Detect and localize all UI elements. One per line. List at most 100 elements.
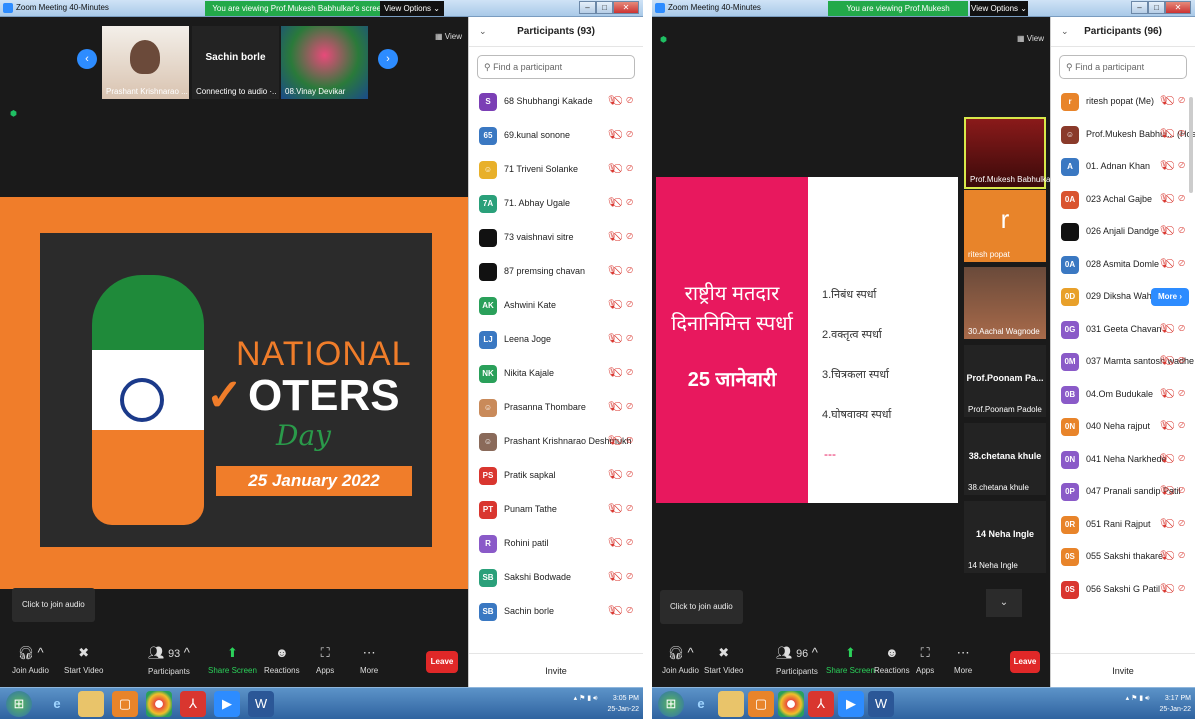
video-thumb-prashant[interactable]: Prashant Krishnarao ... xyxy=(102,26,189,99)
participant-row[interactable]: 7A 71. Abhay Ugale 🎙︎⃠ ⊘ xyxy=(469,187,643,221)
join-audio-button[interactable]: 🎧︎ ^ Join Audio xyxy=(662,645,699,675)
participants-button[interactable]: 👥︎ 96 ^ Participants xyxy=(776,645,818,676)
maximize-button[interactable]: □ xyxy=(596,1,613,14)
reactions-button[interactable]: ☻ Reactions xyxy=(874,645,910,675)
acrobat-icon[interactable]: ⅄ xyxy=(808,691,834,717)
scroll-down-button[interactable]: ⌄ xyxy=(986,589,1022,617)
zoom-taskbar-icon[interactable]: ▶ xyxy=(838,691,864,717)
chrome-icon[interactable] xyxy=(778,691,804,717)
more-options-button[interactable]: More › xyxy=(1151,288,1189,306)
start-button[interactable]: ⊞ xyxy=(6,691,32,717)
zoom-taskbar-icon[interactable]: ▶ xyxy=(214,691,240,717)
close-button[interactable]: ✕ xyxy=(613,1,639,14)
file-explorer-icon[interactable] xyxy=(78,691,104,717)
join-audio-label: Join Audio xyxy=(12,666,49,675)
view-button[interactable]: ▦ View xyxy=(1017,34,1044,43)
participant-row[interactable]: 026 Anjali Dandge 🎙︎⃠ ⊘ xyxy=(1051,215,1195,248)
close-button[interactable]: ✕ xyxy=(1165,1,1191,14)
viewing-banner: You are viewing Prof.Mukesh Babhulkar's … xyxy=(205,1,393,16)
participant-row[interactable]: 87 premsing chavan 🎙︎⃠ ⊘ xyxy=(469,255,643,289)
share-screen-button[interactable]: ⬆ Share Screen xyxy=(826,645,875,675)
apps-button[interactable]: ⛶ Apps xyxy=(916,645,934,675)
word-icon[interactable]: W xyxy=(868,691,894,717)
clock-date: 25-Jan-22 xyxy=(1159,706,1191,713)
acrobat-icon[interactable]: ⅄ xyxy=(180,691,206,717)
view-options-button[interactable]: View Options ⌄ xyxy=(970,1,1028,16)
participant-row[interactable]: 0D 029 Diksha Wahurwagh More › xyxy=(1051,280,1195,313)
start-video-button[interactable]: ✖ Start Video xyxy=(704,645,743,675)
participant-row[interactable]: 73 vaishnavi sitre 🎙︎⃠ ⊘ xyxy=(469,221,643,255)
participant-row[interactable]: r ritesh popat (Me) 🎙︎⃠ ⊘ xyxy=(1051,85,1195,118)
participant-row[interactable]: SB Sakshi Bodwade 🎙︎⃠ ⊘ xyxy=(469,561,643,595)
participant-row[interactable]: AK Ashwini Kate 🎙︎⃠ ⊘ xyxy=(469,289,643,323)
maximize-button[interactable]: □ xyxy=(1148,1,1165,14)
participant-row[interactable]: ☺ Prof.Mukesh Babhul... (Host) 🎙︎⃠ ⊘ xyxy=(1051,118,1195,151)
participant-search-input[interactable]: ⚲ Find a participant xyxy=(1059,55,1187,79)
chrome-icon[interactable] xyxy=(146,691,172,717)
video-tile[interactable]: Prof.Mukesh Babhulkar xyxy=(964,117,1053,189)
participant-row[interactable]: 0N 041 Neha Narkhede 🎙︎⃠ ⊘ xyxy=(1051,443,1195,476)
video-thumb-vinay[interactable]: 08.Vinay Devikar xyxy=(281,26,368,99)
video-tile[interactable]: 38.chetana khule 38.chetana khule xyxy=(964,423,1046,495)
video-tile[interactable]: Prof.Poonam Pa... Prof.Poonam Padole xyxy=(964,345,1046,417)
next-page-button[interactable]: › xyxy=(378,49,398,69)
minimize-button[interactable]: – xyxy=(579,1,596,14)
join-audio-button[interactable]: 🎧︎ ^ Join Audio xyxy=(12,645,49,675)
participant-row[interactable]: 0P 047 Pranali sandip Patil 🎙︎⃠ ⊘ xyxy=(1051,475,1195,508)
start-button[interactable]: ⊞ xyxy=(658,691,684,717)
participant-row[interactable]: 0G 031 Geeta Chavan 🎙︎⃠ ⊘ xyxy=(1051,313,1195,346)
invite-button[interactable]: Invite xyxy=(469,653,643,687)
reactions-button[interactable]: ☻ Reactions xyxy=(264,645,300,675)
video-tile[interactable]: 14 Neha Ingle 14 Neha Ingle xyxy=(964,501,1046,573)
participant-row[interactable]: S 68 Shubhangi Kakade 🎙︎⃠ ⊘ xyxy=(469,85,643,119)
more-button[interactable]: ⋯ More xyxy=(954,645,972,675)
minimize-button[interactable]: – xyxy=(1131,1,1148,14)
participant-row[interactable]: 0M 037 Mamta santosh wadhe 🎙︎⃠ ⊘ xyxy=(1051,345,1195,378)
leave-button[interactable]: Leave xyxy=(1010,651,1040,673)
participant-row[interactable]: ☺ 71 Triveni Solanke 🎙︎⃠ ⊘ xyxy=(469,153,643,187)
video-thumb-speaker[interactable]: Sachin borle Connecting to audio ·.. xyxy=(192,26,279,99)
share-screen-button[interactable]: ⬆ Share Screen xyxy=(208,645,257,675)
invite-button[interactable]: Invite xyxy=(1051,653,1195,687)
internet-explorer-icon[interactable]: e xyxy=(688,691,714,717)
view-options-button[interactable]: View Options ⌄ xyxy=(380,1,444,16)
more-button[interactable]: ⋯ More xyxy=(360,645,378,675)
participant-row[interactable]: NK Nikita Kajale 🎙︎⃠ ⊘ xyxy=(469,357,643,391)
word-icon[interactable]: W xyxy=(248,691,274,717)
join-audio-tooltip[interactable]: Click to join audio xyxy=(660,590,743,624)
participant-row[interactable]: R Rohini patil 🎙︎⃠ ⊘ xyxy=(469,527,643,561)
app-icon[interactable]: ▢ xyxy=(112,691,138,717)
participant-row[interactable]: 0A 023 Achal Gajbe 🎙︎⃠ ⊘ xyxy=(1051,183,1195,216)
video-tile[interactable]: 30.Aachal Wagnode xyxy=(964,267,1046,339)
view-button[interactable]: ▦ View xyxy=(435,32,462,41)
participant-row[interactable]: 0A 028 Asmita Domle 🎙︎⃠ ⊘ xyxy=(1051,248,1195,281)
participant-search-input[interactable]: ⚲ Find a participant xyxy=(477,55,635,79)
participant-row[interactable]: SB Sachin borle 🎙︎⃠ ⊘ xyxy=(469,595,643,629)
video-tile[interactable]: r ritesh popat xyxy=(964,190,1046,262)
participant-row[interactable]: 0B 04.Om Budukale 🎙︎⃠ ⊘ xyxy=(1051,378,1195,411)
participant-row[interactable]: 65 69.kunal sonone 🎙︎⃠ ⊘ xyxy=(469,119,643,153)
participant-row[interactable]: ☺ Prasanna Thombare 🎙︎⃠ ⊘ xyxy=(469,391,643,425)
participants-button[interactable]: 👥︎ 93 ^ Participants xyxy=(148,645,190,676)
participant-avatar xyxy=(479,229,497,247)
list-scrollbar[interactable] xyxy=(1189,97,1193,193)
participant-row[interactable]: 0S 056 Sakshi G Patil 🎙︎⃠ ⊘ xyxy=(1051,573,1195,606)
file-explorer-icon[interactable] xyxy=(718,691,744,717)
participant-row[interactable]: LJ Leena Joge 🎙︎⃠ ⊘ xyxy=(469,323,643,357)
participant-row[interactable]: ☺ Prashant Krishnarao Deshmukh 🎙︎⃠ ⊘ xyxy=(469,425,643,459)
participant-row[interactable]: PT Punam Tathe 🎙︎⃠ ⊘ xyxy=(469,493,643,527)
start-video-button[interactable]: ✖ Start Video xyxy=(64,645,103,675)
leave-button[interactable]: Leave xyxy=(426,651,458,673)
internet-explorer-icon[interactable]: e xyxy=(44,691,70,717)
participant-row[interactable]: A 01. Adnan Khan 🎙︎⃠ ⊘ xyxy=(1051,150,1195,183)
participant-row[interactable]: 0S 055 Sakshi thakare 🎙︎⃠ ⊘ xyxy=(1051,540,1195,573)
participant-row[interactable]: 0N 040 Neha rajput 🎙︎⃠ ⊘ xyxy=(1051,410,1195,443)
participant-name: 71. Abhay Ugale xyxy=(504,198,571,208)
prev-page-button[interactable]: ‹ xyxy=(77,49,97,69)
participant-avatar: PT xyxy=(479,501,497,519)
apps-button[interactable]: ⛶ Apps xyxy=(316,645,334,675)
join-audio-tooltip[interactable]: Click to join audio xyxy=(12,588,95,622)
participant-row[interactable]: 0R 051 Rani Rajput 🎙︎⃠ ⊘ xyxy=(1051,508,1195,541)
app-icon[interactable]: ▢ xyxy=(748,691,774,717)
participant-row[interactable]: PS Pratik sapkal 🎙︎⃠ ⊘ xyxy=(469,459,643,493)
